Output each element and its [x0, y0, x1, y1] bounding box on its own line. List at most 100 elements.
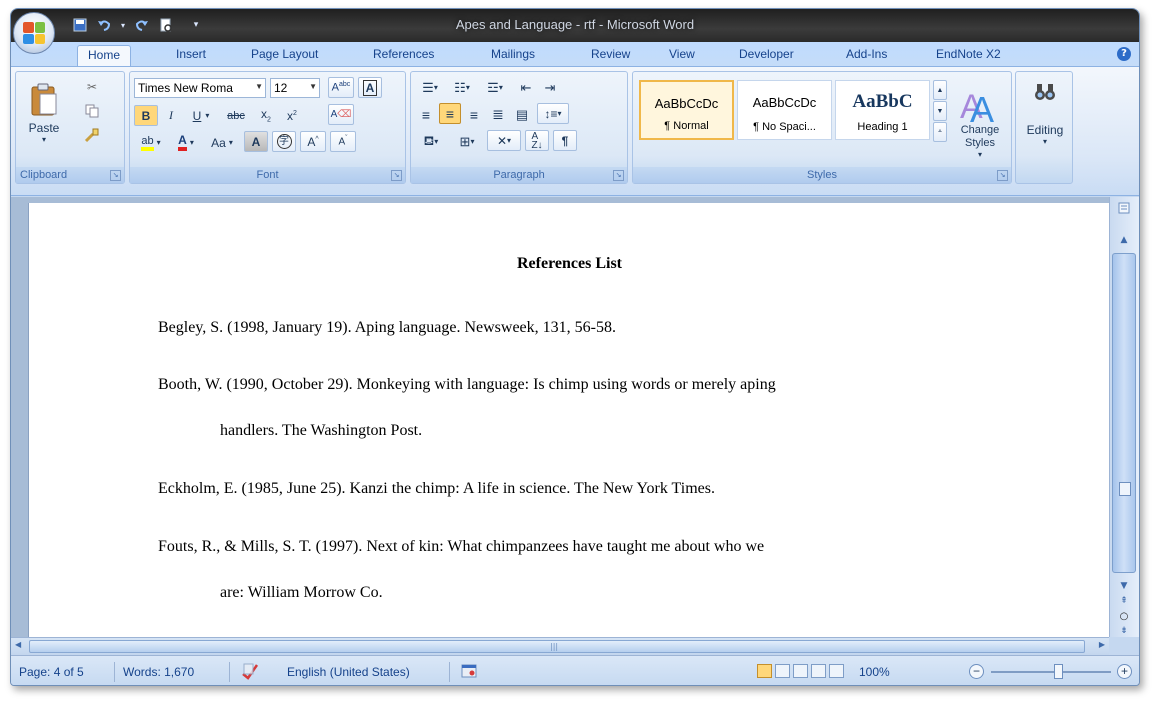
tab-add-ins[interactable]: Add-Ins [836, 45, 897, 66]
numbering-button[interactable]: ☷ ▾ [447, 77, 477, 98]
format-painter-button[interactable] [80, 124, 104, 145]
justify-button[interactable]: ≣ [487, 104, 509, 125]
shrink-font-size-button[interactable]: Aˇ [330, 131, 356, 152]
document-page[interactable]: References List Begley, S. (1998, Januar… [28, 203, 1109, 637]
shrink-font-size-icon: Aˇ [338, 135, 348, 148]
vertical-scrollbar[interactable]: ▲ ▼ ⇞ ○ ⇟ [1109, 197, 1139, 640]
change-styles-button[interactable]: A A Change Styles ▾ [951, 76, 1009, 166]
copy-button[interactable] [80, 100, 104, 121]
tab-insert[interactable]: Insert [166, 45, 216, 66]
word-count[interactable]: Words: 1,670 [123, 665, 194, 679]
strikethrough-button[interactable]: abc [220, 105, 252, 126]
sort-button[interactable]: A Z↓ [525, 130, 549, 151]
tab-page-layout[interactable]: Page Layout [241, 45, 328, 66]
tab-endnote[interactable]: EndNote X2 [926, 45, 1011, 66]
align-left-icon: ≡ [421, 106, 431, 123]
grow-font-size-button[interactable]: A^ [300, 131, 326, 152]
character-border-button[interactable]: A [358, 77, 382, 98]
draft-view-icon[interactable] [829, 664, 844, 678]
clear-formatting-button[interactable]: A⌫ [328, 104, 354, 125]
tab-home[interactable]: Home [77, 45, 132, 66]
tab-developer[interactable]: Developer [729, 45, 804, 66]
italic-button[interactable]: I [160, 105, 182, 126]
scroll-left-icon[interactable]: ◀ [15, 640, 21, 649]
cut-button[interactable]: ✂ [80, 76, 104, 97]
subscript-button[interactable]: x2 [254, 105, 278, 126]
align-right-button[interactable]: ≡ [463, 104, 485, 125]
tab-view[interactable]: View [659, 45, 705, 66]
web-layout-view-icon[interactable] [793, 664, 808, 678]
asian-layout-button[interactable]: ✕ ▾ [487, 130, 521, 151]
editing-button[interactable]: Editing ▾ [1020, 76, 1070, 176]
print-layout-view-icon[interactable] [757, 664, 772, 678]
align-left-button[interactable]: ≡ [415, 104, 437, 125]
styles-scroll-up-icon[interactable]: ▲ [933, 80, 947, 100]
page-indicator[interactable]: Page: 4 of 5 [19, 665, 84, 679]
binoculars-icon [1035, 84, 1055, 100]
increase-indent-button[interactable]: ⇥ [539, 77, 561, 98]
scroll-right-icon[interactable]: ▶ [1099, 640, 1105, 649]
shading-button[interactable]: ⛾ ▾ [415, 131, 447, 152]
full-screen-reading-view-icon[interactable] [775, 664, 790, 678]
font-name-combo[interactable]: Times New Roma ▼ [134, 78, 266, 98]
pilcrow-icon: ¶ [561, 133, 569, 148]
ruler-toggle-icon[interactable] [1114, 199, 1134, 217]
zoom-slider-track[interactable] [991, 671, 1111, 673]
superscript-button[interactable]: x2 [280, 105, 304, 126]
font-color-button[interactable]: A ▾ [170, 132, 202, 153]
distributed-button[interactable]: ▤ [511, 104, 533, 125]
font-group: Times New Roma ▼ 12 ▼ Aabc A B I U ▾ abc… [129, 71, 406, 184]
word-window: ▾ ▾ Apes and Language - rtf - Microsoft … [10, 8, 1140, 686]
tab-review[interactable]: Review [581, 45, 640, 66]
outline-view-icon[interactable] [811, 664, 826, 678]
enclose-characters-icon: 字 [276, 134, 292, 149]
sort-icon: A Z↓ [531, 130, 543, 151]
align-center-button[interactable]: ≡ [439, 103, 461, 124]
macro-record-icon[interactable] [461, 663, 477, 682]
style-heading-1[interactable]: AaBbC Heading 1 [835, 80, 930, 140]
character-shading-button[interactable]: A [244, 131, 268, 152]
next-page-icon[interactable]: ⇟ [1114, 622, 1134, 640]
zoom-out-icon[interactable]: − [969, 664, 984, 679]
font-size-combo[interactable]: 12 ▼ [270, 78, 320, 98]
zoom-slider-thumb[interactable] [1054, 664, 1063, 679]
language-indicator[interactable]: English (United States) [287, 665, 410, 679]
grow-font-button[interactable]: Aabc [328, 77, 354, 98]
proofing-icon[interactable] [241, 662, 259, 683]
bold-button[interactable]: B [134, 105, 158, 126]
borders-button[interactable]: ⊞ ▾ [451, 131, 483, 152]
help-icon[interactable]: ? [1117, 47, 1131, 61]
multilevel-list-button[interactable]: ☲ ▾ [479, 77, 511, 98]
tab-references[interactable]: References [363, 45, 444, 66]
show-hide-button[interactable]: ¶ [553, 130, 577, 151]
tab-mailings[interactable]: Mailings [481, 45, 545, 66]
paste-button[interactable]: Paste ▾ [20, 78, 68, 148]
font-color-icon: A [178, 134, 187, 151]
bullets-button[interactable]: ☰ ▾ [415, 77, 445, 98]
enclose-characters-button[interactable]: 字 [272, 131, 296, 152]
decrease-indent-button[interactable]: ⇤ [515, 77, 537, 98]
horizontal-scrollbar[interactable]: ◀ ||| ▶ [11, 637, 1109, 655]
chevron-down-icon: ▾ [557, 109, 562, 118]
styles-scroll-down-icon[interactable]: ▼ [933, 101, 947, 121]
change-case-button[interactable]: Aa ▾ [204, 132, 240, 153]
zoom-in-icon[interactable]: + [1117, 664, 1132, 679]
zoom-level[interactable]: 100% [859, 665, 890, 679]
line-spacing-button[interactable]: ↕≡ ▾ [537, 103, 569, 124]
styles-dialog-launcher-icon[interactable]: ↘ [997, 170, 1008, 181]
style-normal[interactable]: AaBbCcDc ¶ Normal [639, 80, 734, 140]
style-no-spacing[interactable]: AaBbCcDc ¶ No Spaci... [737, 80, 832, 140]
clipboard-dialog-launcher-icon[interactable]: ↘ [110, 170, 121, 181]
font-dialog-launcher-icon[interactable]: ↘ [391, 170, 402, 181]
underline-button[interactable]: U ▾ [184, 105, 218, 126]
vertical-scroll-thumb[interactable] [1112, 253, 1136, 573]
office-button[interactable] [13, 12, 55, 54]
horizontal-scroll-thumb[interactable]: ||| [29, 640, 1085, 653]
status-bar: Page: 4 of 5 Words: 1,670 English (Unite… [11, 655, 1139, 685]
paragraph-dialog-launcher-icon[interactable]: ↘ [613, 170, 624, 181]
chevron-down-icon: ▾ [433, 83, 438, 92]
change-case-label: Aa [211, 135, 226, 150]
styles-more-icon[interactable]: ⩡ [933, 122, 947, 142]
highlight-button[interactable]: ab ▾ [134, 132, 168, 153]
scroll-up-icon[interactable]: ▲ [1114, 231, 1134, 249]
